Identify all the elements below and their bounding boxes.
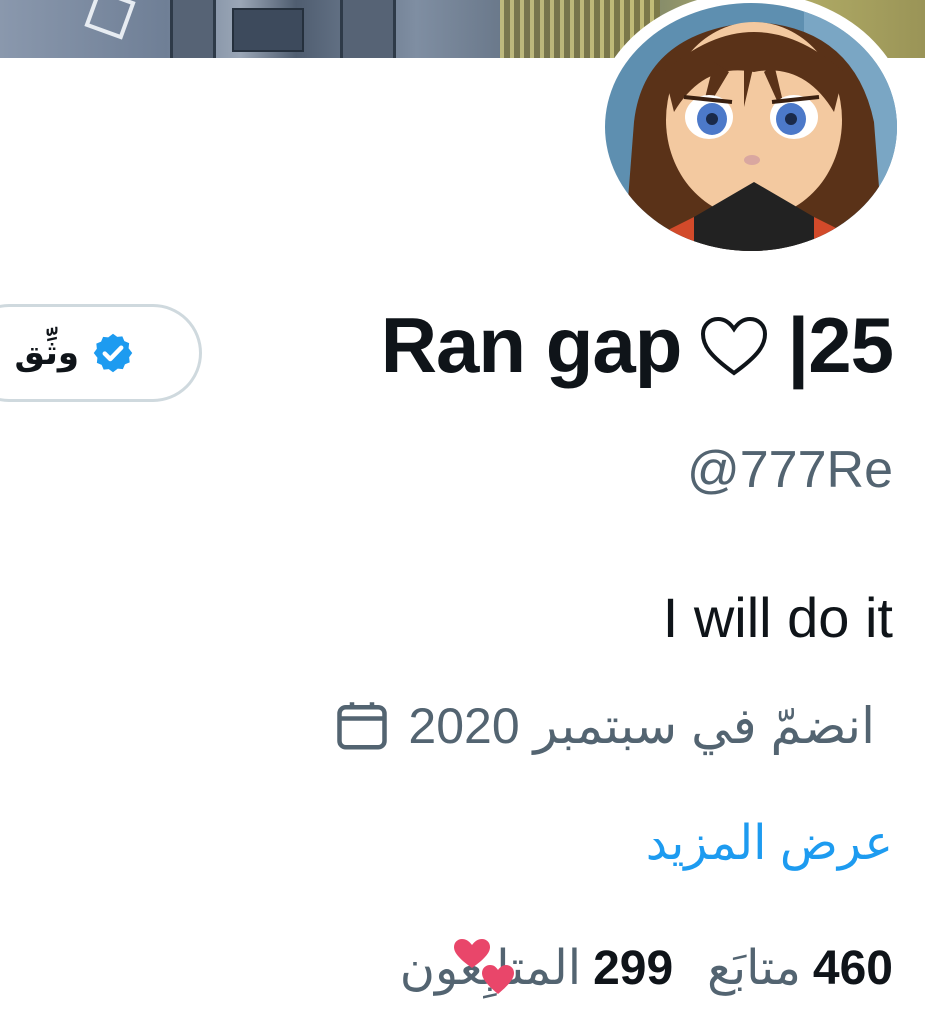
following-label: متابَع — [707, 942, 801, 995]
username-handle: @777Re — [686, 441, 893, 499]
join-date-text: انضمّ في سبتمبر 2020 — [408, 698, 875, 754]
banner-door — [170, 0, 216, 58]
calendar-icon — [337, 702, 388, 750]
display-name-suffix: |25 — [787, 301, 894, 389]
banner-door — [340, 0, 396, 58]
display-name-text: Ran gap — [380, 301, 683, 389]
verified-badge-icon — [93, 333, 133, 373]
verify-button-label: وثِّق — [14, 334, 79, 372]
avatar-image — [605, 3, 897, 251]
join-date: انضمّ في سبتمبر 2020 — [332, 696, 875, 756]
display-name: Ran gap |25 — [380, 300, 894, 391]
followers-stat[interactable]: 299 المتابِعون — [400, 940, 673, 996]
verify-button[interactable]: وثِّق — [0, 304, 202, 402]
show-more-link[interactable]: عرض المزيد — [646, 815, 893, 871]
following-count: 460 — [812, 942, 893, 995]
profile-bio: I will do it — [662, 586, 893, 649]
banner-sign — [232, 8, 304, 52]
following-stat[interactable]: 460 متابَع — [707, 940, 893, 996]
heart-outline-icon — [701, 316, 768, 375]
followers-count: 299 — [593, 942, 674, 995]
profile-avatar[interactable] — [592, 0, 910, 262]
red-hearts-icon — [454, 939, 514, 994]
banner-decoration — [84, 0, 136, 40]
